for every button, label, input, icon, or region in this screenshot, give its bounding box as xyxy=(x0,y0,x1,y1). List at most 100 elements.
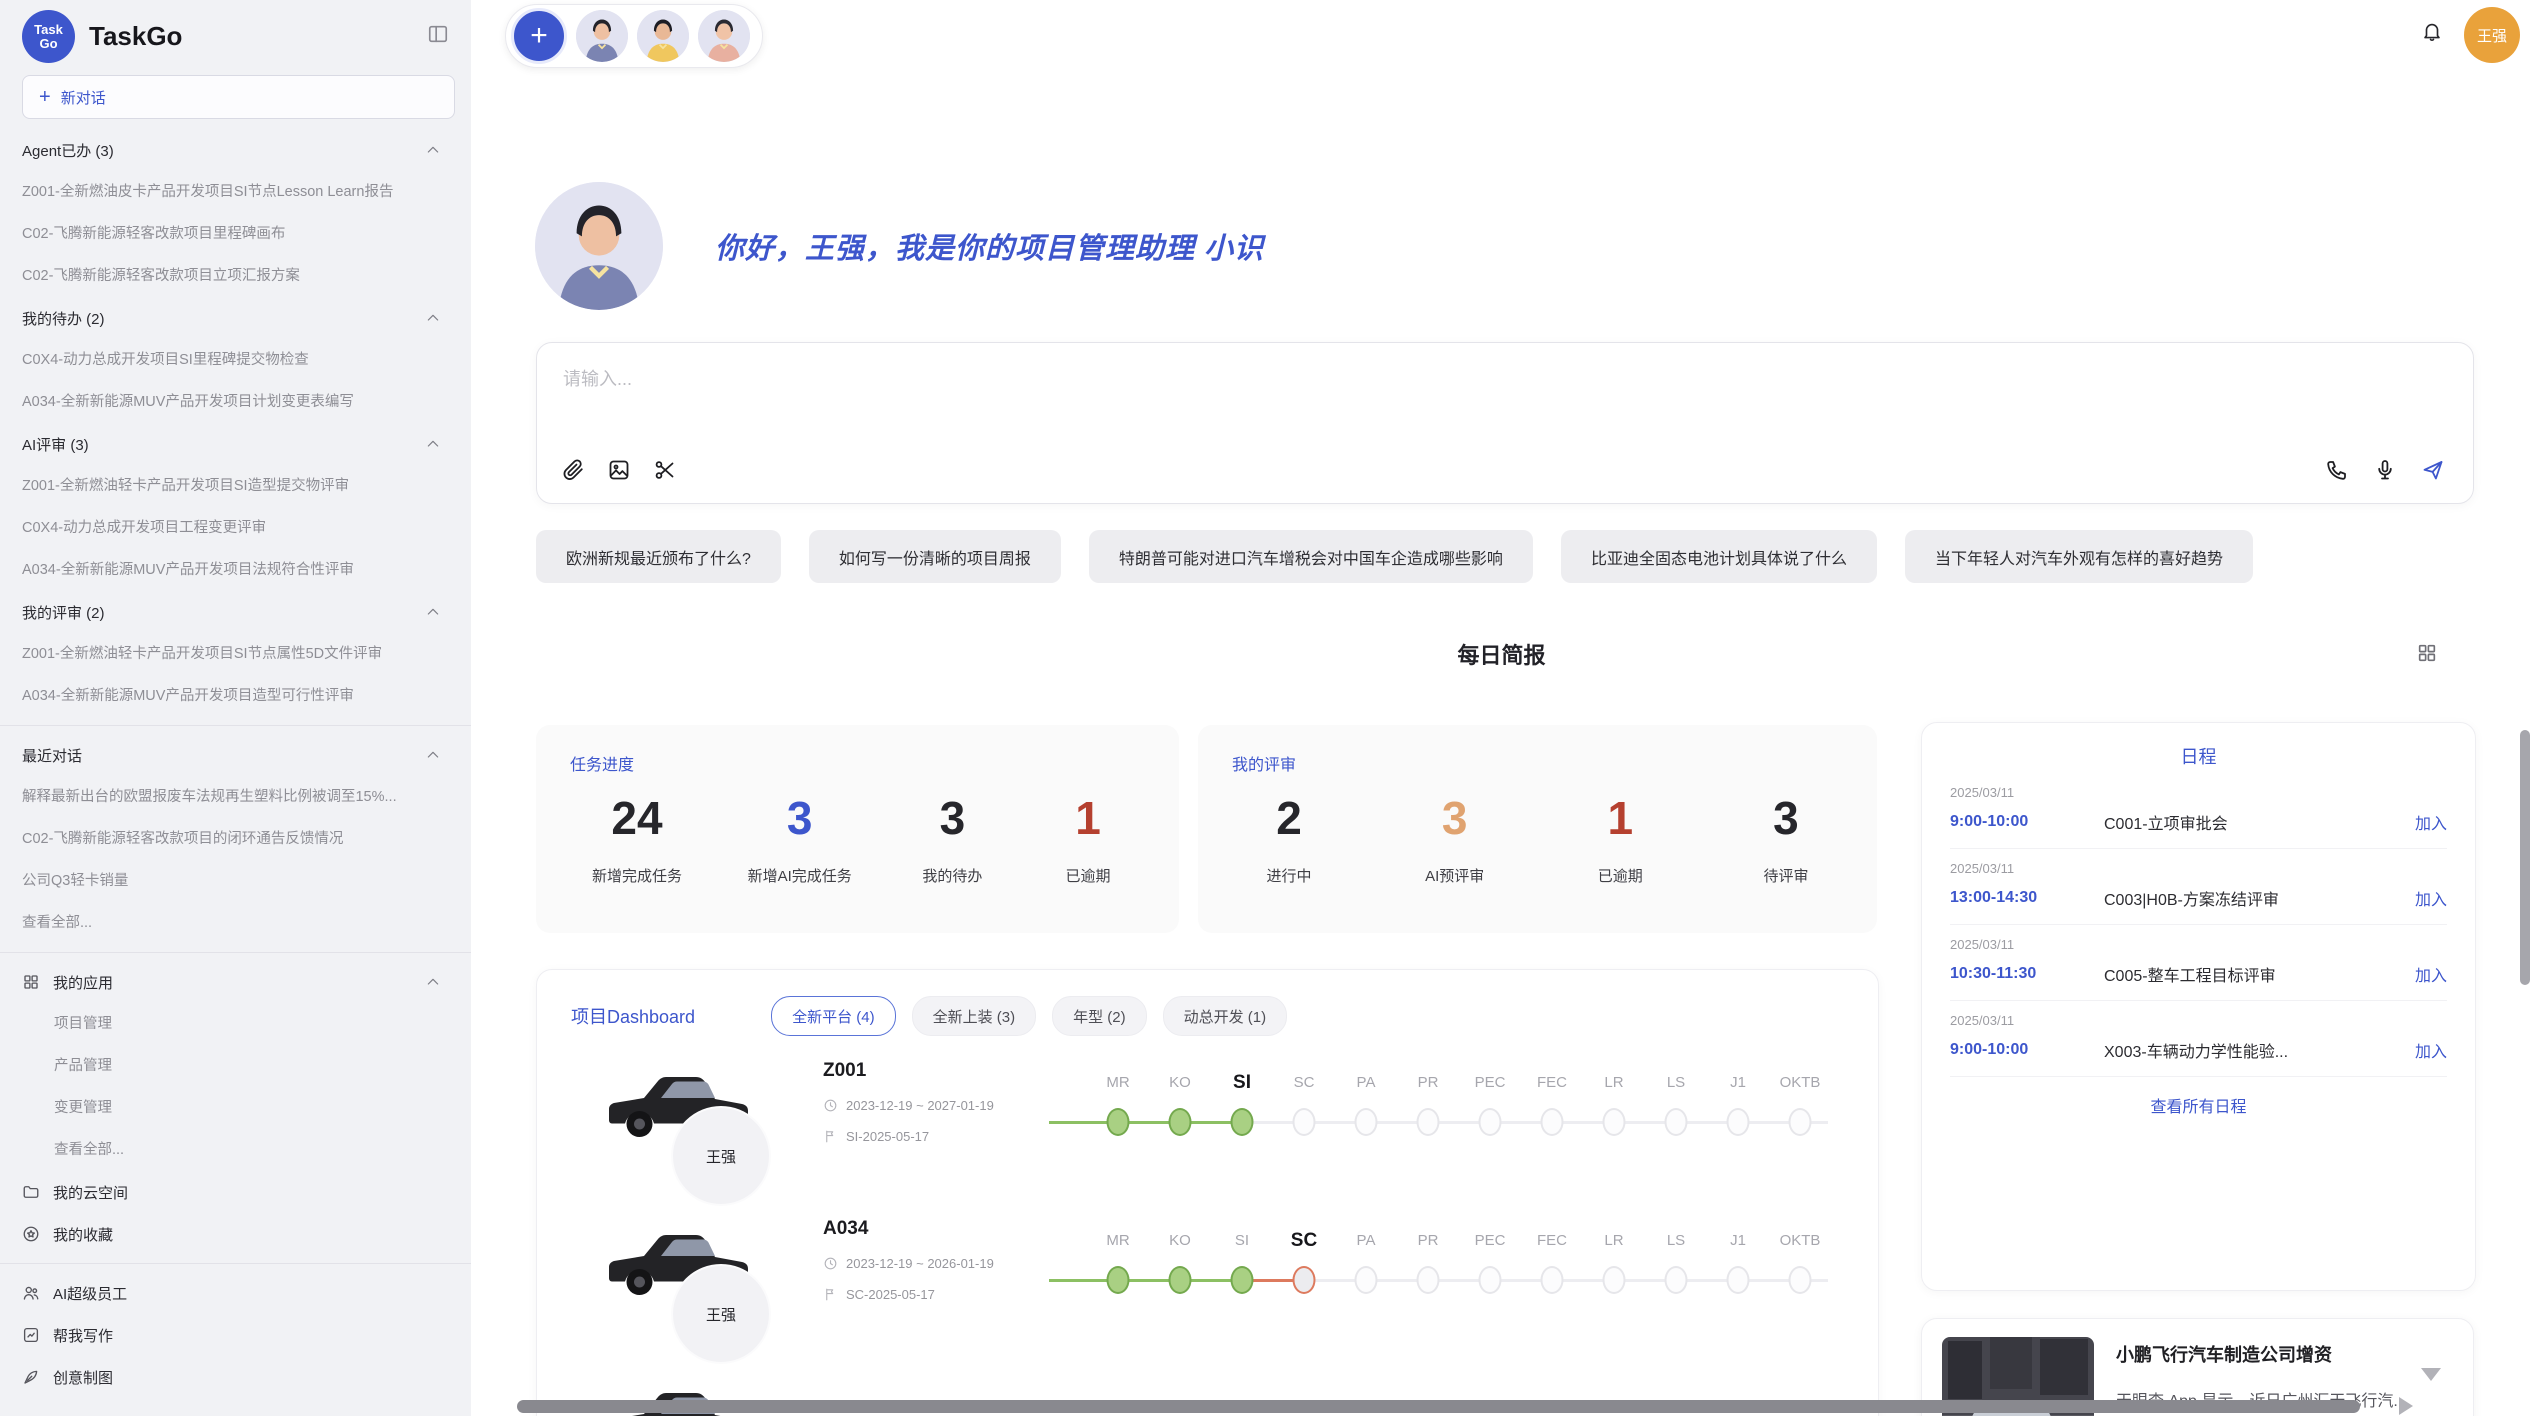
milestone-label: PA xyxy=(1335,1066,1397,1100)
milestone: SI xyxy=(1211,1224,1273,1302)
app-root: Task Go TaskGo + 新对话 Agent已办 (3)Z001-全新燃… xyxy=(0,0,2532,1416)
sidebar-item[interactable]: A034-全新新能源MUV产品开发项目法规符合性评审 xyxy=(0,549,471,591)
milestone-label: LR xyxy=(1583,1224,1645,1258)
sidebar-item[interactable]: Z001-全新燃油轻卡产品开发项目SI造型提交物评审 xyxy=(0,465,471,507)
milestone: KO xyxy=(1149,1066,1211,1144)
sidebar-item[interactable]: C0X4-动力总成开发项目工程变更评审 xyxy=(0,507,471,549)
milestone: OKTB xyxy=(1769,1224,1831,1302)
chat-input[interactable]: 请输入... xyxy=(536,342,2474,504)
paperclip-icon[interactable] xyxy=(561,458,585,487)
sidebar: Task Go TaskGo + 新对话 Agent已办 (3)Z001-全新燃… xyxy=(0,0,471,1416)
dashboard-filter-pill[interactable]: 动总开发 (1) xyxy=(1163,996,1288,1036)
sidebar-item[interactable]: 项目管理 xyxy=(0,1003,471,1045)
suggestion-chip[interactable]: 比亚迪全固态电池计划具体说了什么 xyxy=(1561,530,1877,583)
project-row[interactable]: 王强A0342023-12-19 ~ 2026-01-19SC-2025-05-… xyxy=(537,1208,1878,1360)
daily-briefing-title: 每日简报 xyxy=(471,638,2532,670)
dashboard-filter-pill[interactable]: 全新平台 (4) xyxy=(771,996,896,1036)
sidebar-section-header[interactable]: 我的应用 xyxy=(0,961,471,1003)
stat: 24新增完成任务 xyxy=(592,791,682,886)
schedule-list: 2025/03/119:00-10:00C001-立项审批会加入2025/03/… xyxy=(1922,769,2475,1077)
milestone-dot xyxy=(1355,1266,1378,1294)
add-session-button[interactable]: + xyxy=(511,8,567,64)
sidebar-tool-users[interactable]: AI超级员工 xyxy=(0,1272,471,1314)
sidebar-item[interactable]: C02-飞腾新能源轻客改款项目的闭环通告反馈情况 xyxy=(0,818,471,860)
stat: 3新增AI完成任务 xyxy=(748,791,852,886)
session-avatar[interactable] xyxy=(637,10,689,62)
milestone-dot xyxy=(1479,1266,1502,1294)
sidebar-item[interactable]: Z001-全新燃油轻卡产品开发项目SI节点属性5D文件评审 xyxy=(0,633,471,675)
user-avatar[interactable]: 王强 xyxy=(2464,7,2520,63)
briefing-card-title: 我的评审 xyxy=(1198,725,1877,775)
bell-icon[interactable] xyxy=(2421,20,2448,47)
stat-label: 我的待办 xyxy=(917,865,987,886)
sidebar-link-folder[interactable]: 我的云空间 xyxy=(0,1171,471,1213)
sidebar-item[interactable]: C02-飞腾新能源轻客改款项目里程碑画布 xyxy=(0,213,471,255)
milestone-label: LS xyxy=(1645,1066,1707,1100)
vertical-scrollbar[interactable] xyxy=(2520,730,2530,985)
scroll-down-arrow-icon[interactable] xyxy=(2421,1368,2441,1381)
stat-value: 24 xyxy=(592,791,682,845)
milestone: KO xyxy=(1149,1224,1211,1302)
sidebar-tool-write[interactable]: 帮我写作 xyxy=(0,1314,471,1356)
phone-icon[interactable] xyxy=(2325,458,2349,487)
dashboard-filter-pill[interactable]: 年型 (2) xyxy=(1052,996,1147,1036)
dashboard-filter-pill[interactable]: 全新上装 (3) xyxy=(912,996,1037,1036)
sidebar-item[interactable]: A034-全新新能源MUV产品开发项目造型可行性评审 xyxy=(0,675,471,717)
sidebar-item[interactable]: 查看全部... xyxy=(0,1129,471,1171)
new-chat-button[interactable]: + 新对话 xyxy=(22,75,455,119)
microphone-icon[interactable] xyxy=(2373,458,2397,487)
composer-right-icons xyxy=(2325,458,2445,487)
milestone-dot xyxy=(1665,1266,1688,1294)
project-code: A034 xyxy=(823,1218,1073,1240)
schedule-event-title: C003|H0B-方案冻结评审 xyxy=(2104,886,2415,910)
sidebar-item[interactable]: 变更管理 xyxy=(0,1087,471,1129)
sidebar-item[interactable]: A034-全新新能源MUV产品开发项目计划变更表编写 xyxy=(0,381,471,423)
milestone-dot xyxy=(1727,1266,1750,1294)
milestone: PA xyxy=(1335,1224,1397,1302)
session-avatar[interactable] xyxy=(576,10,628,62)
suggestion-chip[interactable]: 欧洲新规最近颁布了什么? xyxy=(536,530,781,583)
milestone-dot xyxy=(1169,1108,1192,1136)
project-row[interactable]: 王强Z0012023-12-19 ~ 2027-01-19SI-2025-05-… xyxy=(537,1050,1878,1202)
sidebar-section-header[interactable]: Agent已办 (3) xyxy=(0,129,471,171)
suggestion-chip[interactable]: 如何写一份清晰的项目周报 xyxy=(809,530,1061,583)
schedule-join-link[interactable]: 加入 xyxy=(2415,886,2447,910)
sidebar-header: Task Go TaskGo xyxy=(0,0,471,69)
milestone-dot xyxy=(1107,1108,1130,1136)
image-icon[interactable] xyxy=(607,458,631,487)
sidebar-item[interactable]: 产品管理 xyxy=(0,1045,471,1087)
schedule-join-link[interactable]: 加入 xyxy=(2415,810,2447,834)
schedule-join-link[interactable]: 加入 xyxy=(2415,1038,2447,1062)
layout-grid-icon[interactable] xyxy=(2416,642,2440,666)
session-avatar[interactable] xyxy=(698,10,750,62)
milestone: LS xyxy=(1645,1224,1707,1302)
sidebar-tool-quill[interactable]: 创意制图 xyxy=(0,1356,471,1398)
sidebar-item[interactable]: 查看全部... xyxy=(0,902,471,944)
sidebar-collapse-icon[interactable] xyxy=(427,23,455,51)
schedule-item: 2025/03/1113:00-14:30C003|H0B-方案冻结评审加入 xyxy=(1950,849,2447,925)
briefing-card: 任务进度24新增完成任务3新增AI完成任务3我的待办1已逾期 xyxy=(536,725,1179,933)
sidebar-item[interactable]: C02-飞腾新能源轻客改款项目立项汇报方案 xyxy=(0,255,471,297)
suggestion-chip[interactable]: 特朗普可能对进口汽车增税会对中国车企造成哪些影响 xyxy=(1089,530,1533,583)
milestone-dot xyxy=(1355,1108,1378,1136)
sidebar-item[interactable]: 公司Q3轻卡销量 xyxy=(0,860,471,902)
sidebar-section-header[interactable]: 我的待办 (2) xyxy=(0,297,471,339)
scroll-right-arrow-icon[interactable] xyxy=(2399,1397,2413,1415)
stat-label: 新增AI完成任务 xyxy=(748,865,852,886)
sidebar-item[interactable]: 解释最新出台的欧盟报废车法规再生塑料比例被调至15%... xyxy=(0,776,471,818)
milestone-dot xyxy=(1169,1266,1192,1294)
send-icon[interactable] xyxy=(2421,458,2445,487)
sidebar-section-header[interactable]: 我的评审 (2) xyxy=(0,591,471,633)
schedule-view-all-link[interactable]: 查看所有日程 xyxy=(1922,1077,2475,1117)
sidebar-item[interactable]: Z001-全新燃油皮卡产品开发项目SI节点Lesson Learn报告 xyxy=(0,171,471,213)
horizontal-scrollbar[interactable] xyxy=(517,1400,2360,1413)
sidebar-section-header[interactable]: AI评审 (3) xyxy=(0,423,471,465)
schedule-join-link[interactable]: 加入 xyxy=(2415,962,2447,986)
milestone: PR xyxy=(1397,1066,1459,1144)
suggestion-chip[interactable]: 当下年轻人对汽车外观有怎样的喜好趋势 xyxy=(1905,530,2253,583)
milestone: PEC xyxy=(1459,1224,1521,1302)
sidebar-link-star[interactable]: 我的收藏 xyxy=(0,1213,471,1255)
scissors-icon[interactable] xyxy=(653,458,677,487)
sidebar-item[interactable]: C0X4-动力总成开发项目SI里程碑提交物检查 xyxy=(0,339,471,381)
sidebar-section-header[interactable]: 最近对话 xyxy=(0,734,471,776)
